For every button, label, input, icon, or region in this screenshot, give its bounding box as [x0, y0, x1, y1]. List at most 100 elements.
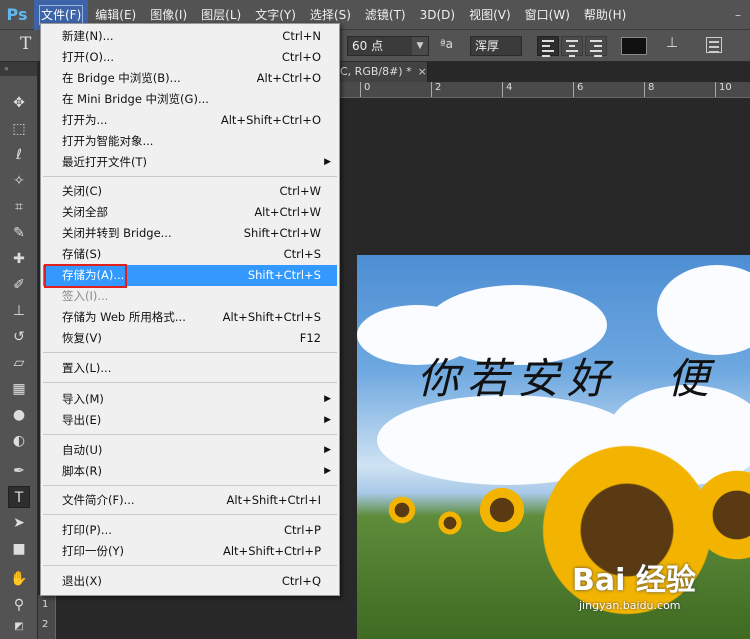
- submenu-arrow-icon: ▶: [324, 466, 331, 476]
- brush-tool-icon[interactable]: ✐: [8, 274, 30, 296]
- menu-separator: [43, 382, 337, 383]
- watermark-url: jingyan.baidu.com: [579, 599, 681, 612]
- menu-item-browse-mini-bridge[interactable]: 在 Mini Bridge 中浏览(G)...: [43, 89, 337, 110]
- menu-item-close[interactable]: 关闭(C) Ctrl+W: [43, 181, 337, 202]
- menu-item-scripts[interactable]: 脚本(R) ▶: [43, 461, 337, 482]
- zoom-tool-icon[interactable]: ⚲: [8, 594, 30, 616]
- submenu-arrow-icon: ▶: [324, 415, 331, 425]
- crop-tool-icon[interactable]: ⌗: [8, 196, 30, 218]
- menu-separator: [43, 565, 337, 566]
- menu-separator: [43, 352, 337, 353]
- type-tool-icon[interactable]: T: [8, 486, 30, 508]
- cloud: [657, 265, 750, 355]
- menu-item-print-one-copy[interactable]: 打印一份(Y) Alt+Shift+Ctrl+P: [43, 541, 337, 562]
- ruler-label: 0: [360, 82, 370, 97]
- menu-separator: [43, 176, 337, 177]
- menu-item-close-go-bridge[interactable]: 关闭并转到 Bridge... Shift+Ctrl+W: [43, 223, 337, 244]
- menu-item-export[interactable]: 导出(E) ▶: [43, 410, 337, 431]
- sunflower: [387, 495, 417, 525]
- menu-item-revert[interactable]: 恢复(V) F12: [43, 328, 337, 349]
- clone-stamp-tool-icon[interactable]: ⊥: [8, 300, 30, 322]
- eyedropper-tool-icon[interactable]: ✎: [8, 222, 30, 244]
- menu-item-recent-files[interactable]: 最近打开文件(T) ▶: [43, 152, 337, 173]
- rectangle-tool-icon[interactable]: ■: [8, 538, 30, 560]
- pen-tool-icon[interactable]: ✒: [8, 460, 30, 482]
- marquee-tool-icon[interactable]: ⬚: [8, 118, 30, 140]
- menu-3d[interactable]: 3D(D): [413, 0, 462, 30]
- ruler-label: 1: [42, 599, 49, 610]
- magic-wand-tool-icon[interactable]: ✧: [8, 170, 30, 192]
- align-right-button[interactable]: [585, 36, 607, 57]
- photoshop-window: Ps 文件(F) 编辑(E) 图像(I) 图层(L) 文字(Y) 选择(S) 滤…: [0, 0, 750, 639]
- color-swatches-icon[interactable]: ◩: [8, 616, 30, 638]
- menu-window[interactable]: 窗口(W): [518, 0, 577, 30]
- document-canvas[interactable]: 你若安好 便 Bai 经验 jingyan.baidu.com: [357, 255, 750, 639]
- lasso-tool-icon[interactable]: ℓ: [8, 144, 30, 166]
- photoshop-logo: Ps: [6, 5, 28, 24]
- path-selection-tool-icon[interactable]: ➤: [8, 512, 30, 534]
- submenu-arrow-icon: ▶: [324, 445, 331, 455]
- menu-item-place[interactable]: 置入(L)...: [43, 358, 337, 379]
- file-menu-dropdown: 新建(N)... Ctrl+N 打开(O)... Ctrl+O 在 Bridge 中…: [40, 23, 340, 596]
- sunflower: [437, 510, 463, 536]
- blur-tool-icon[interactable]: ●: [8, 404, 30, 426]
- menu-item-file-info[interactable]: 文件简介(F)... Alt+Shift+Ctrl+I: [43, 490, 337, 511]
- anti-alias-select[interactable]: 浑厚: [470, 36, 522, 56]
- document-tab-title: C, RGB/8#) *: [340, 65, 412, 78]
- menu-item-print[interactable]: 打印(P)... Ctrl+P: [43, 520, 337, 541]
- menu-separator: [43, 485, 337, 486]
- toolbox-collapse-icon[interactable]: »: [0, 62, 37, 76]
- ruler-label: 2: [42, 619, 49, 630]
- chevron-down-icon: ▼: [412, 37, 428, 55]
- ruler-label: 10: [715, 82, 732, 97]
- menu-filter[interactable]: 滤镜(T): [358, 0, 413, 30]
- warp-text-icon[interactable]: ⊥: [666, 35, 678, 51]
- menu-item-save-for-web[interactable]: 存储为 Web 所用格式... Alt+Shift+Ctrl+S: [43, 307, 337, 328]
- menu-item-check-in: 签入(I)...: [62, 289, 109, 303]
- align-left-button[interactable]: [537, 36, 559, 57]
- ruler-label: 4: [502, 82, 512, 97]
- font-size-value: 60 点: [352, 39, 384, 53]
- menu-separator: [43, 434, 337, 435]
- menu-item-automate[interactable]: 自动(U) ▶: [43, 440, 337, 461]
- menu-item-new[interactable]: 新建(N)... Ctrl+N: [43, 26, 337, 47]
- ruler-label: 6: [573, 82, 583, 97]
- close-icon[interactable]: ×: [418, 65, 427, 78]
- menu-item-open-smart-object[interactable]: 打开为智能对象...: [43, 131, 337, 152]
- anti-alias-icon: ªa: [440, 37, 454, 51]
- history-brush-tool-icon[interactable]: ↺: [8, 326, 30, 348]
- hand-tool-icon[interactable]: ✋: [8, 568, 30, 590]
- text-color-swatch[interactable]: [621, 37, 647, 55]
- healing-brush-tool-icon[interactable]: ✚: [8, 248, 30, 270]
- menu-item-save-as[interactable]: 存储为(A)... Shift+Ctrl+S: [43, 264, 337, 288]
- menu-item-exit[interactable]: 退出(X) Ctrl+Q: [43, 571, 337, 592]
- baidu-watermark: Bai 经验: [572, 563, 696, 598]
- submenu-arrow-icon: ▶: [324, 157, 331, 167]
- sunflower: [477, 485, 527, 535]
- menu-item-open[interactable]: 打开(O)... Ctrl+O: [43, 47, 337, 68]
- menu-item-close-all[interactable]: 关闭全部 Alt+Ctrl+W: [43, 202, 337, 223]
- minimize-button[interactable]: –: [726, 0, 750, 30]
- type-tool-preset-icon[interactable]: T: [20, 34, 31, 54]
- font-size-select[interactable]: 60 点 ▼: [347, 36, 429, 56]
- eraser-tool-icon[interactable]: ▱: [8, 352, 30, 374]
- menu-item-browse-bridge[interactable]: 在 Bridge 中浏览(B)... Alt+Ctrl+O: [43, 68, 337, 89]
- align-center-button[interactable]: [561, 36, 583, 57]
- character-panel-icon[interactable]: [706, 37, 722, 53]
- document-tab[interactable]: C, RGB/8#) * ×: [338, 62, 428, 82]
- dodge-tool-icon[interactable]: ◐: [8, 430, 30, 452]
- canvas-headline-text: 你若安好 便: [417, 354, 718, 403]
- menu-item-open-as[interactable]: 打开为... Alt+Shift+Ctrl+O: [43, 110, 337, 131]
- submenu-arrow-icon: ▶: [324, 394, 331, 404]
- toolbox: » ✥ ⬚ ℓ ✧ ⌗ ✎ ✚ ✐ ⊥ ↺ ▱ ▦ ● ◐ ✒ T ➤ ■ ✋ …: [0, 62, 38, 639]
- move-tool-icon[interactable]: ✥: [8, 92, 30, 114]
- gradient-tool-icon[interactable]: ▦: [8, 378, 30, 400]
- menu-view[interactable]: 视图(V): [462, 0, 518, 30]
- ruler-label: 2: [431, 82, 441, 97]
- menu-separator: [43, 514, 337, 515]
- menu-item-import[interactable]: 导入(M) ▶: [43, 389, 337, 410]
- horizontal-ruler: 0 2 4 6 8 10: [338, 82, 750, 98]
- vertical-ruler: 1 2: [38, 595, 56, 639]
- menu-item-save[interactable]: 存储(S) Ctrl+S: [43, 244, 337, 265]
- menu-help[interactable]: 帮助(H): [577, 0, 633, 30]
